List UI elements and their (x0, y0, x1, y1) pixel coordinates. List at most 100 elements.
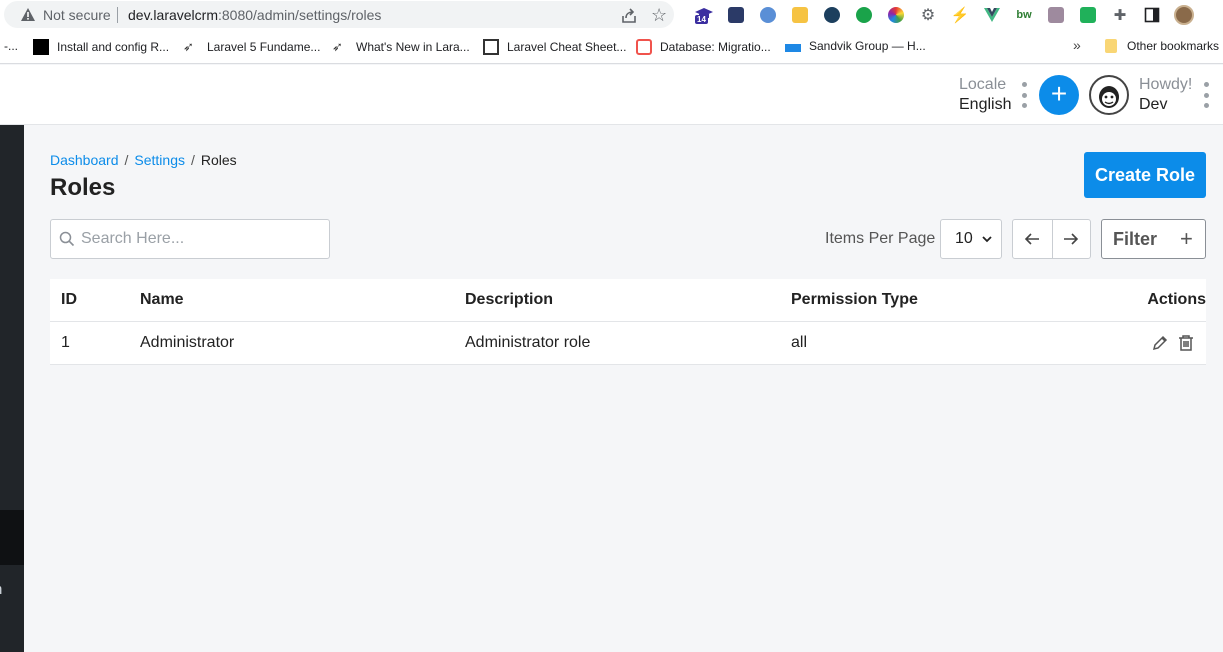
greeting-label: Howdy! (1139, 76, 1193, 93)
breadcrumb-current: Roles (200, 152, 237, 168)
column-header-description[interactable]: Description (465, 291, 553, 309)
breadcrumb-separator: / (124, 152, 129, 168)
extension-badge: 14 (695, 15, 708, 24)
bookmark-label: Install and config R... (57, 40, 170, 54)
plus-icon: + (1180, 226, 1193, 251)
puzzle-icon[interactable]: ✚ (1104, 4, 1136, 26)
sidebar-active-item[interactable] (0, 510, 24, 565)
bookmark-label: Database: Migratio... (660, 40, 771, 54)
column-header-permission-type[interactable]: Permission Type (791, 291, 918, 309)
items-per-page-select[interactable]: 10 (940, 219, 1002, 259)
color-wheel-extension-icon[interactable] (880, 4, 912, 26)
paper-plane-icon: ➶ (183, 39, 194, 54)
lightning-extension-icon[interactable]: ⚡ (944, 4, 976, 26)
previous-page-button[interactable] (1013, 220, 1052, 258)
camera-extension-icon[interactable] (1040, 4, 1072, 26)
sandvik-icon (785, 44, 801, 52)
divider (117, 7, 118, 23)
more-bookmarks-chevron-icon[interactable]: » (1073, 37, 1081, 53)
bookmark-item[interactable]: Database: Migratio... (636, 39, 771, 55)
locale-value[interactable]: English (959, 96, 1011, 114)
blue-circle-extension-icon[interactable] (752, 4, 784, 26)
cell-name: Administrator (140, 334, 235, 351)
bookmark-item[interactable]: -... (4, 39, 18, 53)
breadcrumb-separator: / (190, 152, 195, 168)
note-extension-icon[interactable] (784, 4, 816, 26)
column-header-name[interactable]: Name (140, 291, 184, 309)
bookmark-item[interactable]: Install and config R... (33, 39, 169, 55)
gear-extension-icon[interactable]: ⚙ (912, 4, 944, 26)
green-square-extension-icon[interactable] (1072, 4, 1104, 26)
column-header-id[interactable]: ID (61, 291, 77, 309)
items-per-page-label: Items Per Page (825, 230, 936, 247)
sidepanel-icon[interactable] (1136, 4, 1168, 26)
bookmark-item[interactable]: Laravel Cheat Sheet... (483, 39, 626, 55)
bookmark-item[interactable]: ➶ Laravel 5 Fundame... (183, 39, 320, 55)
arrow-left-icon (1025, 233, 1040, 245)
bookmark-label: Laravel 5 Fundame... (207, 40, 321, 54)
arrow-right-icon (1064, 233, 1079, 245)
edit-pencil-icon[interactable] (1152, 334, 1168, 352)
cheatsheet-icon (483, 39, 499, 55)
table-row[interactable]: 1 Administrator Administrator role all (50, 322, 1206, 365)
cell-id: 1 (61, 334, 70, 351)
bookmark-item[interactable]: ➶ What's New in Lara... (332, 39, 470, 55)
user-avatar[interactable] (1089, 75, 1129, 115)
green-star-extension-icon[interactable] (848, 4, 880, 26)
browser-address-bar: Not secure dev.laravelcrm:8080/admin/set… (0, 0, 1223, 31)
list-extension-icon[interactable] (720, 4, 752, 26)
globe-extension-icon[interactable] (816, 4, 848, 26)
laravel-icon (636, 39, 652, 55)
locale-menu-kebab-icon[interactable] (1021, 82, 1027, 108)
chevron-down-icon (982, 236, 992, 243)
other-bookmarks[interactable]: Other bookmarks (1105, 39, 1219, 53)
pagination (1012, 219, 1091, 259)
roles-table: ID Name Description Permission Type Acti… (50, 279, 1206, 365)
bw-extension-icon[interactable]: bw (1008, 4, 1040, 26)
vue-extension-icon[interactable] (976, 4, 1008, 26)
profile-avatar-icon[interactable] (1168, 4, 1200, 26)
bookmark-label: What's New in Lara... (356, 40, 470, 54)
search-field[interactable] (50, 219, 330, 259)
graduation-cap-extension-icon[interactable]: 14 (688, 4, 720, 26)
breadcrumb-dashboard-link[interactable]: Dashboard (50, 152, 119, 168)
cell-permission-type: all (791, 334, 808, 351)
folder-icon (1105, 39, 1117, 53)
url-path: :8080/admin/settings/roles (218, 7, 382, 23)
search-input[interactable] (81, 228, 321, 250)
other-bookmarks-label: Other bookmarks (1127, 39, 1220, 53)
url-text[interactable]: dev.laravelcrm:8080/admin/settings/roles (128, 7, 381, 23)
url-host: dev.laravelcrm (128, 7, 218, 23)
security-status[interactable]: Not secure (43, 7, 111, 23)
breadcrumb-settings-link[interactable]: Settings (134, 152, 185, 168)
sidebar-item-label[interactable]: n (0, 581, 2, 598)
next-page-button[interactable] (1051, 220, 1091, 258)
items-per-page-value: 10 (955, 230, 973, 247)
app-header: Locale English + Howdy! Dev (0, 65, 1223, 125)
paper-plane-icon: ➶ (332, 39, 343, 54)
bookmarks-bar: -... Install and config R... ➶ Laravel 5 … (0, 31, 1223, 64)
extensions-toolbar: 14 ⚙ ⚡ bw ✚ (688, 4, 1200, 26)
user-menu-kebab-icon[interactable] (1203, 82, 1209, 108)
bookmark-item[interactable]: Sandvik Group — H... (785, 39, 926, 53)
share-icon[interactable] (620, 7, 638, 25)
omnibox[interactable]: Not secure dev.laravelcrm:8080/admin/set… (4, 1, 674, 28)
bookmark-label: -... (4, 39, 18, 53)
page-title: Roles (50, 174, 116, 201)
medium-icon (33, 39, 49, 55)
filter-label: Filter (1113, 229, 1158, 249)
bookmark-label: Laravel Cheat Sheet... (507, 40, 627, 54)
column-header-actions: Actions (1147, 291, 1206, 308)
cell-description: Administrator role (465, 334, 591, 351)
create-role-button[interactable]: Create Role (1084, 152, 1206, 198)
delete-trash-icon[interactable] (1178, 334, 1194, 352)
locale-label: Locale (959, 76, 1007, 93)
quick-add-button[interactable]: + (1039, 75, 1079, 115)
bookmark-label: Sandvik Group — H... (809, 39, 926, 53)
search-icon (59, 231, 75, 247)
filter-button[interactable]: Filter + (1101, 219, 1206, 259)
bookmark-star-icon[interactable]: ☆ (651, 5, 667, 26)
row-actions (1152, 334, 1194, 352)
table-header-row: ID Name Description Permission Type Acti… (50, 279, 1206, 322)
warning-icon[interactable] (20, 7, 36, 23)
